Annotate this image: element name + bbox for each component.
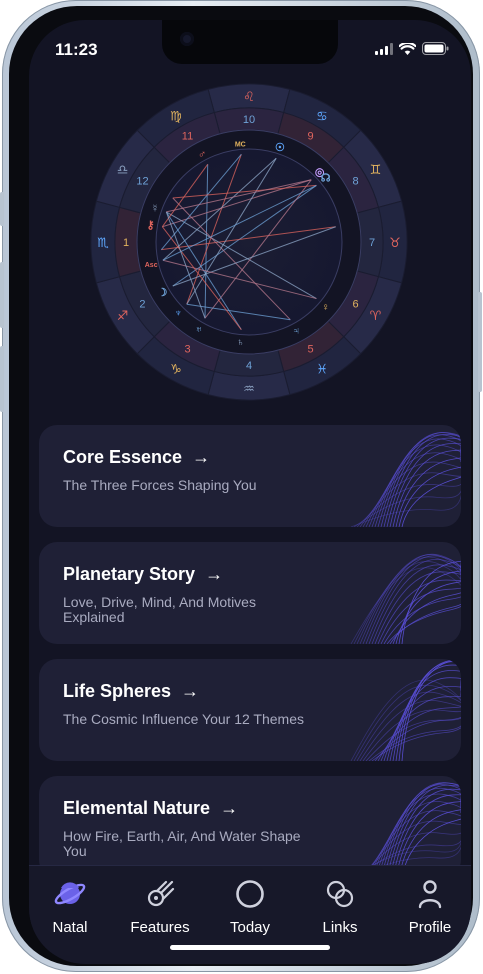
wave-art-icon bbox=[350, 553, 461, 644]
planet-glyph: ☊ bbox=[321, 173, 331, 185]
notch bbox=[162, 20, 338, 64]
house-number: 9 bbox=[307, 130, 313, 142]
battery-icon bbox=[422, 42, 449, 55]
arrow-right-icon: → bbox=[205, 564, 224, 584]
house-number: 12 bbox=[136, 176, 148, 188]
planet-glyph: ☿ bbox=[151, 203, 159, 215]
wifi-icon bbox=[399, 42, 416, 55]
house-number: 3 bbox=[184, 344, 190, 356]
zodiac-glyph: ♈ bbox=[370, 309, 382, 324]
mute-switch bbox=[0, 192, 4, 226]
card-subtitle: The Cosmic Influence Your 12 Themes bbox=[63, 711, 304, 727]
card-title: Planetary Story → bbox=[63, 564, 224, 584]
card-subtitle: How Fire, Earth, Air, And Water Shape Yo… bbox=[63, 828, 301, 859]
status-time: 11:23 bbox=[55, 40, 98, 59]
tab-label: Links bbox=[322, 919, 358, 936]
planet-glyph: ☽ bbox=[157, 287, 167, 299]
power-button bbox=[478, 292, 482, 392]
house-number: 10 bbox=[243, 114, 255, 126]
zodiac-glyph: ♒ bbox=[243, 382, 255, 397]
natal-chart[interactable]: ♌ ♋ ♊ ♉ ♈ ♓ ♒ ♑ ♐ ♏ ♎ ♍ 10 9 8 7 6 5 4 3 2 1 12 11 ♂ MC ☉ ◎ ☊ ♀ ♃ ♄ ♅ ♆… bbox=[89, 82, 409, 402]
zodiac-glyph: ♊ bbox=[370, 163, 382, 178]
links-icon bbox=[326, 880, 354, 908]
status-icons bbox=[375, 42, 449, 55]
zodiac-glyph: ♓ bbox=[316, 362, 328, 377]
screen: 11:23 ♌ ♋ ♊ ♉ ♈ ♓ ♒ ♑ ♐ ♏ ♎ ♍ 10 9 8 7 6… bbox=[29, 20, 471, 964]
profile-icon bbox=[418, 880, 442, 909]
comet-icon bbox=[147, 880, 175, 907]
wave-art-icon bbox=[350, 782, 461, 878]
planet-glyph: ⚷ bbox=[146, 220, 154, 232]
phone-frame: 11:23 ♌ ♋ ♊ ♉ ♈ ♓ ♒ ♑ ♐ ♏ ♎ ♍ 10 9 8 7 6… bbox=[0, 0, 482, 972]
house-number: 2 bbox=[139, 299, 145, 311]
card-planetary-story[interactable]: Planetary Story → Love, Drive, Mind, And … bbox=[39, 542, 461, 644]
tab-label: Features bbox=[130, 919, 190, 936]
planet-glyph: ☉ bbox=[275, 142, 285, 154]
zodiac-glyph: ♎ bbox=[117, 163, 129, 178]
tab-features[interactable]: Features bbox=[124, 876, 196, 936]
tab-today[interactable]: Today bbox=[214, 876, 286, 936]
circle-icon bbox=[236, 880, 264, 908]
volume-up-button bbox=[0, 262, 4, 328]
card-title: Elemental Nature → bbox=[63, 798, 239, 818]
house-number: 7 bbox=[369, 237, 375, 249]
house-number: 4 bbox=[246, 360, 252, 372]
planet-glyph: ♅ bbox=[195, 324, 203, 336]
house-number: 1 bbox=[123, 237, 129, 249]
front-camera bbox=[180, 32, 194, 46]
house-number: 8 bbox=[352, 176, 358, 188]
planet-glyph: ♀ bbox=[321, 301, 329, 313]
zodiac-glyph: ♉ bbox=[389, 236, 401, 251]
planet-glyph: MC bbox=[235, 141, 246, 148]
tab-label: Today bbox=[229, 919, 271, 936]
tab-label: Profile bbox=[408, 919, 452, 936]
wave-art-icon bbox=[350, 659, 461, 761]
planet-glyph: ♄ bbox=[236, 337, 244, 349]
house-number: 6 bbox=[352, 299, 358, 311]
tab-profile[interactable]: Profile bbox=[394, 876, 466, 936]
arrow-right-icon: → bbox=[220, 798, 239, 818]
planet-glyph: ♂ bbox=[198, 149, 206, 161]
planet-glyph: ♆ bbox=[174, 308, 182, 320]
arrow-right-icon: → bbox=[192, 447, 211, 467]
planet-icon bbox=[54, 882, 86, 905]
volume-down-button bbox=[0, 346, 4, 412]
tab-bar: Natal Features Today Links Profile bbox=[29, 865, 471, 964]
zodiac-glyph: ♍ bbox=[170, 110, 182, 125]
tab-label: Natal bbox=[52, 919, 88, 936]
planet-glyph: Asc bbox=[145, 262, 158, 269]
card-subtitle: Love, Drive, Mind, And Motives Explained bbox=[63, 594, 256, 625]
card-subtitle: The Three Forces Shaping You bbox=[63, 477, 257, 493]
tab-links[interactable]: Links bbox=[304, 876, 376, 936]
zodiac-glyph: ♑ bbox=[170, 362, 182, 377]
planet-glyph: ♃ bbox=[292, 325, 300, 337]
tab-natal[interactable]: Natal bbox=[34, 876, 106, 936]
zodiac-glyph: ♏ bbox=[97, 236, 109, 251]
card-life-spheres[interactable]: Life Spheres → The Cosmic Influence Your … bbox=[39, 659, 461, 761]
zodiac-glyph: ♋ bbox=[316, 110, 328, 125]
bezel: 11:23 ♌ ♋ ♊ ♉ ♈ ♓ ♒ ♑ ♐ ♏ ♎ ♍ 10 9 8 7 6… bbox=[9, 6, 473, 966]
card-title: Core Essence → bbox=[63, 447, 211, 467]
zodiac-glyph: ♐ bbox=[117, 309, 129, 324]
card-elemental-nature[interactable]: Elemental Nature → How Fire, Earth, Air, … bbox=[39, 776, 461, 878]
wave-art-icon bbox=[350, 432, 461, 527]
card-core-essence[interactable]: Core Essence → The Three Forces Shaping Y… bbox=[39, 425, 461, 527]
zodiac-glyph: ♌ bbox=[243, 90, 255, 105]
arrow-right-icon: → bbox=[181, 681, 200, 701]
home-indicator bbox=[170, 945, 330, 950]
house-number: 5 bbox=[307, 344, 313, 356]
signal-icon bbox=[375, 42, 393, 55]
house-number: 11 bbox=[182, 130, 193, 142]
card-title: Life Spheres → bbox=[63, 681, 200, 701]
